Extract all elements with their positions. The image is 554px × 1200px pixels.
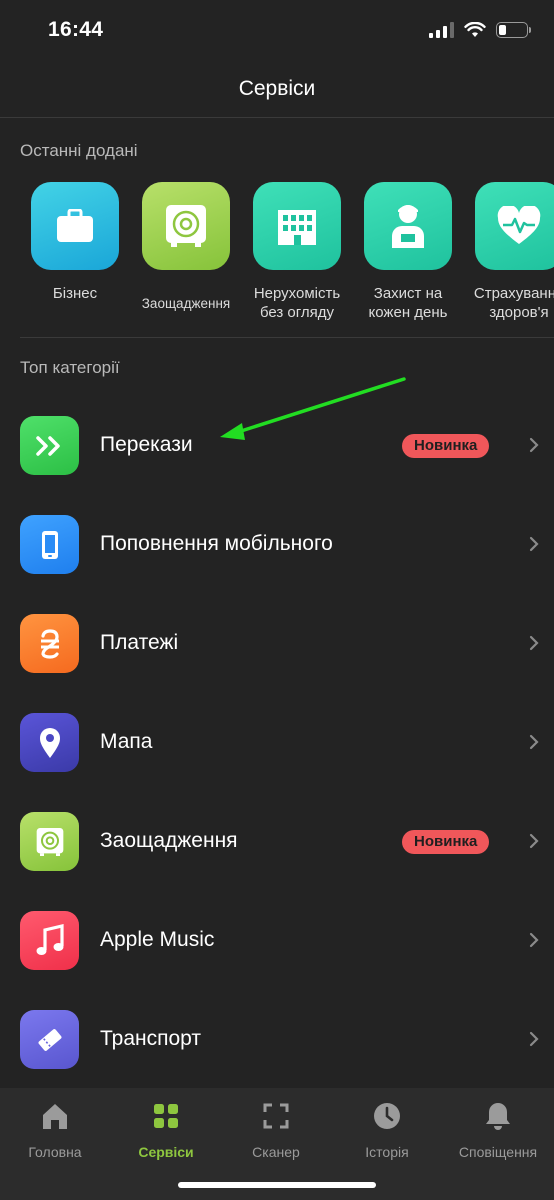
- services-screen: 16:44 Сервіси Останні додані Бізнес Заощ…: [0, 0, 554, 1200]
- ticket-icon: [20, 1010, 79, 1069]
- tab-label: Сканер: [252, 1144, 300, 1160]
- category-label: Транспорт: [100, 1027, 201, 1050]
- status-indicators: [429, 20, 531, 40]
- chevron-right-icon: [529, 536, 539, 552]
- recent-section-title: Останні додані: [20, 141, 138, 160]
- recent-tile-label: Заощадження: [141, 296, 231, 311]
- tab-label: Сервіси: [138, 1144, 194, 1160]
- battery-icon: [496, 22, 531, 38]
- heart-pulse-icon: [475, 182, 554, 270]
- category-row-mobile-topup[interactable]: Поповнення мобільного: [0, 497, 554, 596]
- new-badge: Новинка: [402, 434, 490, 458]
- bell-icon: [482, 1100, 514, 1132]
- building-icon: [253, 182, 341, 270]
- chevron-right-icon: [529, 833, 539, 849]
- map-pin-icon: [20, 713, 79, 772]
- top-section-title: Топ категорії: [20, 358, 120, 377]
- chevron-right-icon: [529, 635, 539, 651]
- transfer-arrows-icon: [20, 416, 79, 475]
- home-indicator[interactable]: [178, 1182, 376, 1188]
- person-icon: [364, 182, 452, 270]
- category-label: Apple Music: [100, 928, 215, 951]
- tab-home[interactable]: Головна: [0, 1098, 110, 1160]
- safe-icon: [20, 812, 79, 871]
- tab-label: Сповіщення: [458, 1144, 538, 1160]
- recent-tile-label: Бізнес: [52, 285, 98, 302]
- tab-scanner[interactable]: Сканер: [221, 1098, 331, 1160]
- category-label: Заощадження: [100, 829, 238, 852]
- category-label: Мапа: [100, 730, 153, 753]
- category-row-transport[interactable]: Транспорт: [0, 992, 554, 1091]
- page-title: Сервіси: [238, 76, 316, 100]
- tab-history[interactable]: Історія: [332, 1098, 442, 1160]
- tab-notifications[interactable]: Сповіщення: [443, 1098, 553, 1160]
- status-time: 16:44: [48, 18, 104, 41]
- briefcase-icon: [31, 182, 119, 270]
- phone-icon: [20, 515, 79, 574]
- category-row-map[interactable]: Мапа: [0, 695, 554, 794]
- tab-label: Головна: [28, 1144, 82, 1160]
- hryvnia-icon: [20, 614, 79, 673]
- category-label: Платежі: [100, 631, 179, 654]
- home-icon: [39, 1100, 71, 1132]
- tab-services[interactable]: Сервіси: [111, 1098, 221, 1160]
- recent-tile-label: Нерухомість без огляду: [253, 285, 341, 321]
- safe-icon: [142, 182, 230, 270]
- tab-label: Історія: [365, 1144, 409, 1160]
- chevron-right-icon: [529, 1031, 539, 1047]
- recent-tile-label: Страхування здоров'я: [473, 285, 554, 321]
- category-row-transfers[interactable]: Перекази Новинка: [0, 398, 554, 497]
- category-label: Поповнення мобільного: [100, 532, 333, 555]
- cellular-signal-icon: [429, 22, 454, 38]
- recent-tile-label: Захист на кожен день: [368, 285, 448, 321]
- chevron-right-icon: [529, 437, 539, 453]
- chevron-right-icon: [529, 734, 539, 750]
- nav-header: Сервіси: [0, 60, 554, 118]
- category-row-savings[interactable]: Заощадження Новинка: [0, 794, 554, 893]
- category-row-apple-music[interactable]: Apple Music: [0, 893, 554, 992]
- status-bar: 16:44: [0, 0, 554, 60]
- scan-icon: [260, 1100, 292, 1132]
- music-note-icon: [20, 911, 79, 970]
- category-row-payments[interactable]: Платежі: [0, 596, 554, 695]
- clock-icon: [371, 1100, 403, 1132]
- chevron-right-icon: [529, 932, 539, 948]
- category-label: Перекази: [100, 433, 193, 456]
- wifi-icon: [464, 22, 486, 37]
- grid-icon: [150, 1100, 182, 1132]
- new-badge: Новинка: [402, 830, 490, 854]
- recent-services-row: Бізнес Заощадження Нерухомість без огляд…: [25, 182, 554, 332]
- section-divider: [20, 337, 554, 338]
